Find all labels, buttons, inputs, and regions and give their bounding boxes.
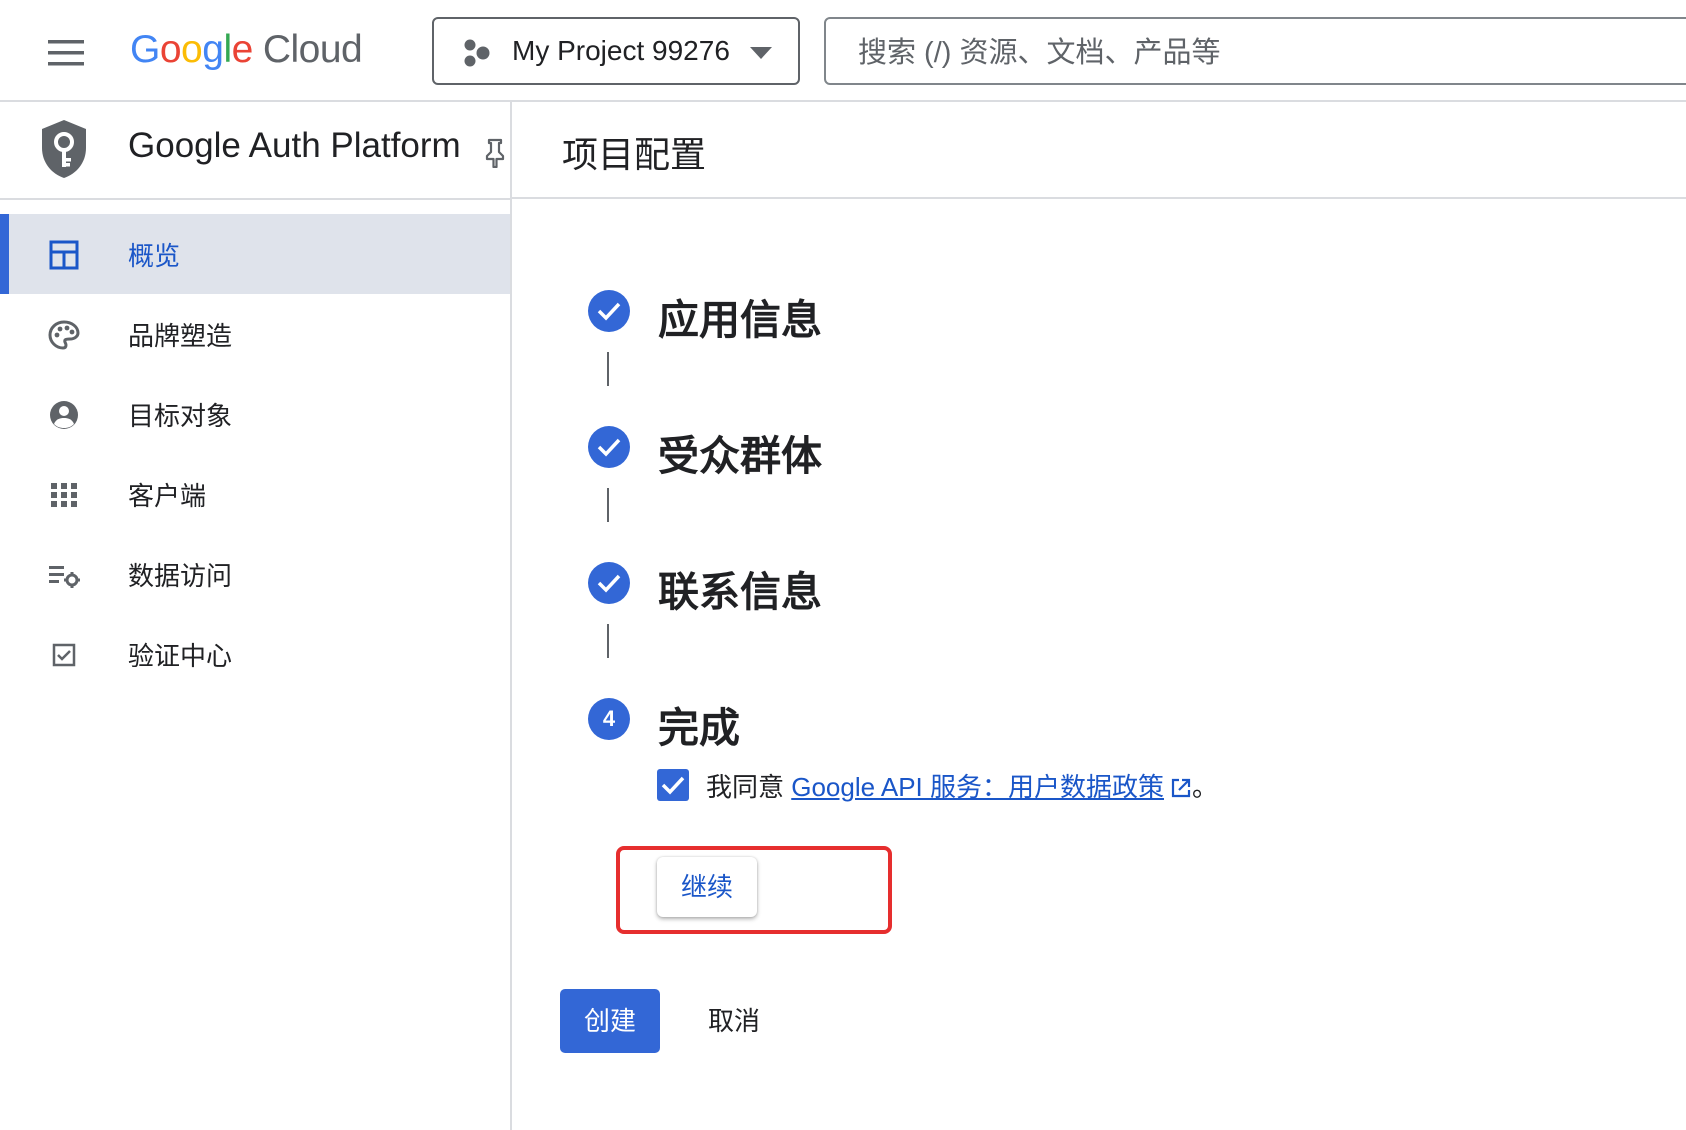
header-divider [512,197,1686,199]
logo-product-name: Cloud [262,28,363,71]
agree-checkbox[interactable] [657,769,689,801]
sidebar-item-clients[interactable]: 客户端 [0,454,510,534]
logo-letter: g [202,28,224,71]
open-in-new-icon [1170,777,1192,799]
project-name: My Project 99276 [512,35,730,66]
step-title: 受众群体 [658,433,822,479]
step-completed-check-icon [588,426,630,468]
step-title: 完成 [658,705,740,751]
sidebar-item-data-access[interactable]: 数据访问 [0,534,510,614]
dashboard-icon [48,240,80,270]
sidebar-item-overview[interactable]: 概览 [0,214,510,294]
step-number: 4 [602,706,616,731]
list-settings-icon [48,560,80,590]
sidebar: Google Auth Platform 概览 品牌塑造 目标对象 客户端 数据… [0,102,512,1130]
page-title: 项目配置 [562,134,707,175]
product-title: Google Auth Platform [128,126,461,165]
project-hexagons-icon [462,39,492,67]
sidebar-item-label: 品牌塑造 [128,321,233,351]
apps-grid-icon [48,480,80,510]
step-completed-check-icon [588,290,630,332]
chevron-down-icon [750,47,772,59]
sidebar-item-verification-center[interactable]: 验证中心 [0,614,510,694]
sidebar-item-label: 数据访问 [128,561,233,591]
logo-letter: l [223,28,232,71]
logo-letter: o [181,28,203,71]
agreement-suffix: 。 [1192,772,1219,802]
step-connector [607,624,609,658]
policy-link-label: Google API 服务：用户数据政策 [791,772,1164,802]
account-circle-icon [48,400,80,430]
logo-letter: e [231,28,254,71]
agreement-prefix: 我同意 [706,772,792,802]
project-picker[interactable]: My Project 99276 [432,17,800,85]
check-box-icon [48,640,80,670]
search-box[interactable] [824,17,1686,85]
security-key-shield-icon [38,118,90,180]
logo-letter: G [130,28,160,71]
sidebar-item-label: 客户端 [128,481,207,511]
palette-icon [48,320,80,350]
step-connector [607,488,609,522]
user-data-policy-link[interactable]: Google API 服务：用户数据政策 [791,772,1192,802]
agreement-text: 我同意 Google API 服务：用户数据政策。 [706,767,1218,804]
create-button[interactable]: 创建 [560,989,660,1053]
sidebar-item-branding[interactable]: 品牌塑造 [0,294,510,374]
logo-letter: o [159,28,182,71]
step-completed-check-icon [588,562,630,604]
sidebar-item-label: 验证中心 [128,641,233,671]
continue-button[interactable]: 继续 [657,857,757,917]
step-number-badge: 4 [588,698,630,740]
google-cloud-logo[interactable]: Google Cloud [130,28,363,72]
pin-icon[interactable] [484,138,506,168]
sidebar-header: Google Auth Platform [0,102,510,200]
sidebar-item-label: 概览 [128,241,181,271]
main-menu-icon[interactable] [48,38,84,68]
search-input[interactable] [856,33,1620,73]
top-bar: Google Cloud My Project 99276 [0,0,1686,102]
step-connector [607,352,609,386]
step-title: 联系信息 [658,569,822,615]
step-title: 应用信息 [658,297,822,343]
sidebar-item-audience[interactable]: 目标对象 [0,374,510,454]
sidebar-item-label: 目标对象 [128,401,233,431]
cancel-button[interactable]: 取消 [690,989,778,1053]
